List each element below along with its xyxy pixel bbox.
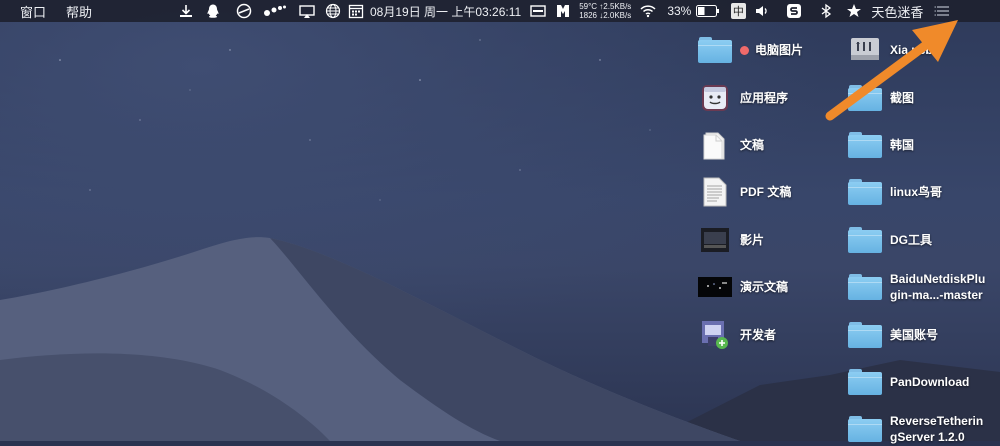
- desktop-item-baidu-plugin[interactable]: BaiduNetdiskPlu gin-ma...-master: [848, 270, 985, 304]
- desktop-item-label: 应用程序: [740, 91, 789, 105]
- folder-icon: [848, 318, 882, 352]
- qq-icon[interactable]: [200, 0, 226, 22]
- movies-icon: [698, 223, 732, 257]
- desktop-item-label-line1: BaiduNetdiskPlu: [890, 272, 986, 286]
- folder-icon: [848, 270, 882, 304]
- desktop-item-computer-pictures[interactable]: 电脑图片: [698, 33, 803, 67]
- screen-icon[interactable]: [527, 0, 549, 22]
- desktop-item-label: 电脑图片: [755, 43, 804, 57]
- download-icon[interactable]: [176, 0, 196, 22]
- date-time[interactable]: 08月19日 周一 上午03:26:11: [370, 3, 521, 20]
- dots-icon[interactable]: [262, 0, 288, 22]
- desktop-item-label: PanDownload: [890, 375, 970, 389]
- folder-icon: [848, 81, 882, 115]
- desktop-item-label: 影片: [740, 233, 765, 247]
- menu-help[interactable]: 帮助: [56, 2, 102, 21]
- cast-icon[interactable]: [296, 0, 318, 22]
- user-name[interactable]: 天色迷香: [871, 2, 923, 21]
- red-tag-dot: [740, 46, 749, 56]
- menu-bar: 窗口 帮助 08月19日 周一 上午03:26:11 59°C ↑2.5KB/s…: [0, 0, 1000, 22]
- input-method-icon[interactable]: 中: [727, 0, 749, 22]
- desktop-item-pdf-documents[interactable]: PDF 文稿: [698, 175, 791, 209]
- desktop-item-label-line1: ReverseTetherin: [890, 414, 984, 428]
- net-upload: 59°C ↑2.5KB/s: [579, 2, 632, 11]
- battery-icon[interactable]: [695, 0, 721, 22]
- desktop-item-label: Xia usb0: [890, 43, 940, 57]
- network-monitor[interactable]: 59°C ↑2.5KB/s 1826 ↓2.0KB/s: [579, 2, 631, 20]
- desktop-item-linux[interactable]: linux鸟哥: [848, 175, 942, 209]
- desktop-item-label: 美国账号: [890, 328, 939, 342]
- net-download: 1826 ↓2.0KB/s: [579, 11, 632, 20]
- folder-icon: [848, 223, 882, 257]
- status-bar: 08月19日 周一 上午03:26:11 59°C ↑2.5KB/s 1826 …: [176, 0, 953, 22]
- folder-icon: [698, 33, 732, 67]
- desktop-item-applications[interactable]: 应用程序: [698, 81, 788, 115]
- desktop-item-us-account[interactable]: 美国账号: [848, 318, 938, 352]
- usb-drive-icon: [848, 33, 882, 67]
- battery-percent[interactable]: 33%: [667, 4, 691, 18]
- desktop-item-label: 文稿: [740, 138, 765, 152]
- presentation-icon: [698, 270, 732, 304]
- volume-icon[interactable]: [753, 0, 771, 22]
- desktop-item-label: 截图: [890, 91, 915, 105]
- desktop-item-screenshots[interactable]: 截图: [848, 81, 914, 115]
- logo-icon[interactable]: [553, 0, 573, 22]
- desktop-item-label: linux鸟哥: [890, 185, 943, 199]
- input-method-label: 中: [730, 3, 746, 19]
- wifi-icon[interactable]: [637, 0, 659, 22]
- browser-icon[interactable]: [232, 0, 256, 22]
- desktop-item-label: 演示文稿: [740, 280, 789, 294]
- folder-icon: [848, 175, 882, 209]
- developer-icon: [698, 318, 732, 352]
- desktop-item-dg-tools[interactable]: DG工具: [848, 223, 932, 257]
- calendar-icon[interactable]: [346, 0, 366, 22]
- desktop-item-movies[interactable]: 影片: [698, 223, 764, 257]
- desktop-item-pandownload[interactable]: PanDownload: [848, 365, 969, 399]
- desktop-item-documents[interactable]: 文稿: [698, 128, 764, 162]
- star-icon[interactable]: [845, 0, 863, 22]
- desktop-item-developer[interactable]: 开发者: [698, 318, 776, 352]
- globe-icon[interactable]: [322, 0, 344, 22]
- desktop-item-label-line2: gin-ma...-master: [890, 288, 983, 302]
- pdf-document-icon: [698, 175, 732, 209]
- desktop-item-label-line2: gServer 1.2.0: [890, 430, 965, 444]
- desktop-item-label: 韩国: [890, 138, 915, 152]
- folder-icon: [848, 365, 882, 399]
- bluetooth-icon[interactable]: [817, 0, 835, 22]
- desktop-item-label: PDF 文稿: [740, 185, 792, 199]
- list-icon[interactable]: [931, 0, 953, 22]
- desktop-item-label: 开发者: [740, 328, 777, 342]
- desktop-item-korea[interactable]: 韩国: [848, 128, 914, 162]
- desktop-item-presentations[interactable]: 演示文稿: [698, 270, 788, 304]
- folder-icon: [848, 128, 882, 162]
- app-s-icon[interactable]: [783, 0, 805, 22]
- applications-icon: [698, 81, 732, 115]
- documents-icon: [698, 128, 732, 162]
- menu-window[interactable]: 窗口: [0, 2, 56, 21]
- desktop-item-label: DG工具: [890, 233, 933, 247]
- desktop-item-usb-drive[interactable]: Xia usb0: [848, 33, 939, 67]
